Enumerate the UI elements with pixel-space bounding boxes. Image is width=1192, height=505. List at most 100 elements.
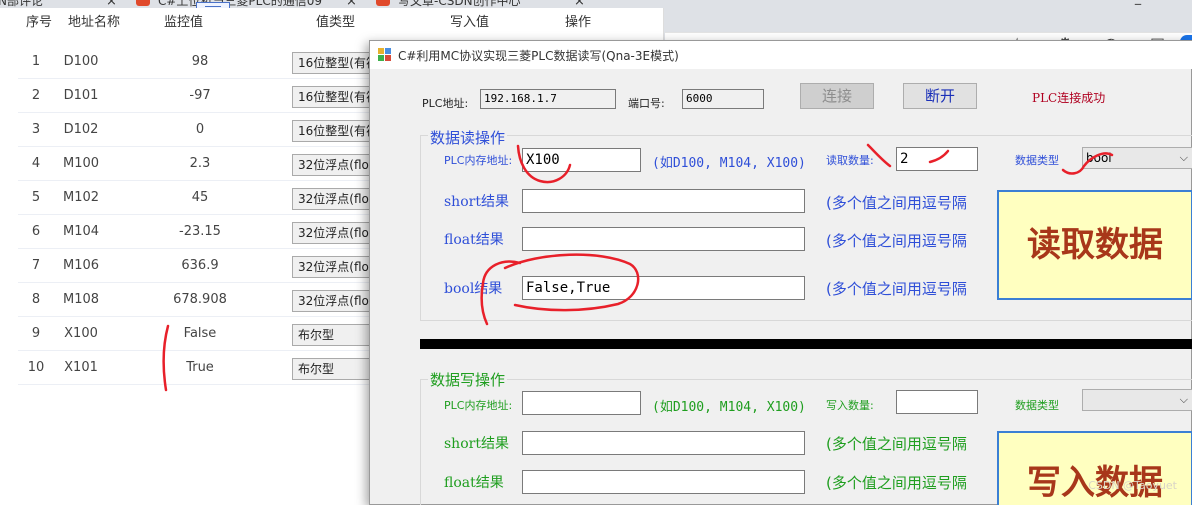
read-type-dropdown[interactable]: bool ⌵ (1082, 147, 1192, 169)
read-short-hint: (多个值之间用逗号隔 (826, 194, 967, 212)
plc-address-label: PLC地址: (422, 97, 469, 110)
csdn-logo-icon (136, 0, 150, 6)
write-float-hint: (多个值之间用逗号隔 (826, 474, 967, 492)
row-address: X100 (64, 326, 98, 341)
port-field[interactable]: 6000 (682, 89, 764, 109)
row-number: 4 (31, 156, 41, 171)
read-bool-hint: (多个值之间用逗号隔 (826, 280, 967, 298)
connection-status: PLC连接成功 (1032, 91, 1106, 105)
read-float-hint: (多个值之间用逗号隔 (826, 232, 967, 250)
row-address: M106 (62, 258, 100, 273)
write-short-label: short结果 (444, 436, 509, 452)
minimize-icon[interactable]: – (1134, 0, 1142, 13)
row-value: 636.9 (181, 258, 219, 273)
row-address: X101 (64, 360, 98, 375)
watermark: CSDN @Taoyuet (1088, 479, 1177, 492)
row-address: M104 (62, 224, 100, 239)
write-short-input[interactable] (522, 431, 805, 455)
port-label: 端口号: (628, 97, 665, 110)
window-titlebar[interactable]: C#利用MC协议实现三菱PLC数据读写(Qna-3E模式) (370, 41, 1192, 69)
value-type-select[interactable]: 32位浮点(flo (292, 154, 372, 176)
browser-tab-1[interactable]: N部评论 × (0, 0, 117, 9)
write-float-input[interactable] (522, 470, 805, 494)
window-title: C#利用MC协议实现三菱PLC数据读写(Qna-3E模式) (398, 49, 679, 63)
col-header-action: 操作 (565, 15, 592, 30)
row-value: True (186, 360, 214, 375)
write-short-hint: (多个值之间用逗号隔 (826, 435, 967, 453)
row-value: -23.15 (179, 224, 221, 239)
read-short-label: short结果 (444, 194, 509, 210)
read-group-title: 数据读操作 (428, 127, 508, 148)
row-number: 9 (31, 326, 41, 341)
read-type-value: bool (1086, 151, 1112, 165)
col-header-address: 地址名称 (68, 15, 121, 30)
write-float-label: float结果 (444, 475, 504, 491)
read-bool-result[interactable]: False,True (522, 276, 805, 300)
value-type-select[interactable]: 32位浮点(flo (292, 290, 372, 312)
app-icon (378, 48, 392, 62)
value-type-select[interactable]: 32位浮点(flo (292, 256, 372, 278)
row-address: D102 (63, 122, 99, 137)
read-type-label: 数据类型 (1015, 154, 1059, 167)
plc-address-field[interactable]: 192.168.1.7 (480, 89, 616, 109)
row-value: 98 (191, 54, 209, 69)
read-count-label: 读取数量: (826, 154, 874, 167)
row-address: M100 (62, 156, 100, 171)
row-value: 2.3 (189, 156, 211, 171)
read-mem-label: PLC内存地址: (444, 154, 513, 167)
row-number: 1 (31, 54, 41, 69)
browser-tab-2[interactable]: C#上位机与三菱PLC的通信09 × (128, 0, 358, 9)
write-count-input[interactable] (896, 390, 978, 414)
chevron-down-icon: ⌵ (1179, 393, 1188, 406)
read-mem-input[interactable]: X100 (522, 148, 641, 172)
row-value: 45 (191, 190, 209, 205)
row-value: -97 (189, 88, 211, 103)
row-address: D101 (63, 88, 99, 103)
row-address: M108 (62, 292, 100, 307)
row-address: D100 (63, 54, 99, 69)
row-number: 6 (31, 224, 41, 239)
value-type-select[interactable]: 16位整型(有符 (292, 120, 372, 142)
value-type-select[interactable]: 32位浮点(flo (292, 222, 372, 244)
value-type-select[interactable]: 布尔型 (292, 324, 372, 346)
row-number: 7 (31, 258, 41, 273)
col-header-write: 写入值 (450, 15, 490, 30)
read-count-input[interactable]: 2 (896, 147, 978, 171)
csdn-logo-icon (376, 0, 390, 6)
row-number: 3 (31, 122, 41, 137)
row-value: 678.908 (173, 292, 227, 307)
value-type-select[interactable]: 布尔型 (292, 358, 372, 380)
row-number: 8 (31, 292, 41, 307)
write-group-title: 数据写操作 (428, 369, 508, 390)
write-mem-label: PLC内存地址: (444, 399, 513, 412)
read-bool-label: bool结果 (444, 281, 503, 297)
read-mem-hint: (如D100, M104, X100) (652, 156, 806, 171)
col-header-type: 值类型 (316, 15, 356, 30)
write-type-dropdown[interactable]: ⌵ (1082, 389, 1192, 411)
row-number: 2 (31, 88, 41, 103)
read-short-result[interactable] (522, 189, 805, 213)
col-header-no: 序号 (26, 15, 53, 30)
read-float-result[interactable] (522, 227, 805, 251)
row-address: M102 (62, 190, 100, 205)
value-type-select[interactable]: 32位浮点(flo (292, 188, 372, 210)
section-divider (420, 339, 1192, 349)
write-count-label: 写入数量: (826, 399, 874, 412)
write-data-button[interactable]: 写入数据 (997, 431, 1192, 505)
value-type-select[interactable]: 16位整型(有符 (292, 52, 372, 74)
connect-button[interactable]: 连接 (800, 83, 874, 109)
browser-tab-3[interactable]: 写文章-CSDN创作中心 × (368, 0, 598, 9)
plc-mc-form-window: C#利用MC协议实现三菱PLC数据读写(Qna-3E模式) PLC地址: 192… (369, 40, 1192, 505)
write-type-label: 数据类型 (1015, 399, 1059, 412)
col-header-value: 监控值 (164, 15, 204, 30)
value-type-select[interactable]: 16位整型(有符 (292, 86, 372, 108)
row-value: False (183, 326, 217, 341)
read-data-button[interactable]: 读取数据 (997, 190, 1192, 300)
row-number: 10 (27, 360, 45, 375)
row-value: 0 (195, 122, 205, 137)
write-mem-input[interactable] (522, 391, 641, 415)
disconnect-button[interactable]: 断开 (903, 83, 977, 109)
row-number: 5 (31, 190, 41, 205)
read-float-label: float结果 (444, 232, 504, 248)
chevron-down-icon: ⌵ (1179, 151, 1188, 164)
